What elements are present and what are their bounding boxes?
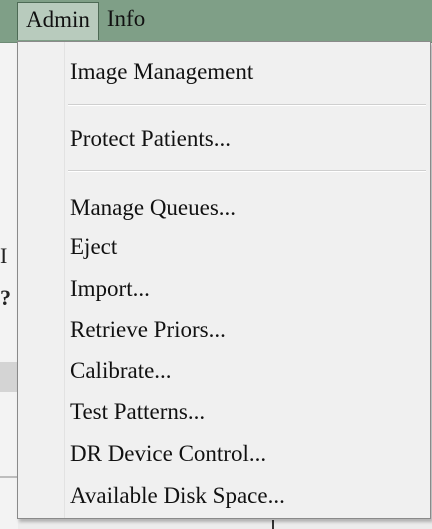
menu-item-test-patterns[interactable]: Test Patterns...	[70, 394, 426, 430]
background-tick	[272, 520, 274, 529]
admin-dropdown-menu: Image Management Protect Patients... Man…	[17, 41, 431, 519]
menu-item-image-management[interactable]: Image Management	[70, 54, 426, 90]
menu-separator	[68, 104, 426, 106]
background-stripe	[0, 362, 18, 392]
menu-item-calibrate[interactable]: Calibrate...	[70, 353, 426, 389]
background-glyph: ?	[0, 285, 11, 310]
menu-item-import[interactable]: Import...	[70, 271, 426, 307]
menu-item-manage-queues[interactable]: Manage Queues...	[70, 190, 426, 226]
menu-item-retrieve-priors[interactable]: Retrieve Priors...	[70, 312, 426, 348]
application-window: I ? Admin Info Image Management Protect …	[0, 0, 432, 529]
menu-icon-gutter	[18, 42, 65, 518]
menu-bar: Admin Info	[0, 0, 432, 43]
background-strip	[18, 520, 432, 529]
background-divider	[0, 476, 18, 478]
menu-item-eject[interactable]: Eject	[70, 229, 426, 265]
menu-item-available-disk-space[interactable]: Available Disk Space...	[70, 478, 426, 514]
menu-admin[interactable]: Admin	[17, 2, 99, 40]
menu-info[interactable]: Info	[99, 0, 153, 40]
background-glyph: I	[0, 243, 8, 268]
menu-separator	[68, 170, 426, 172]
menu-item-protect-patients[interactable]: Protect Patients...	[70, 121, 426, 157]
menu-item-dr-device-control[interactable]: DR Device Control...	[70, 436, 426, 472]
